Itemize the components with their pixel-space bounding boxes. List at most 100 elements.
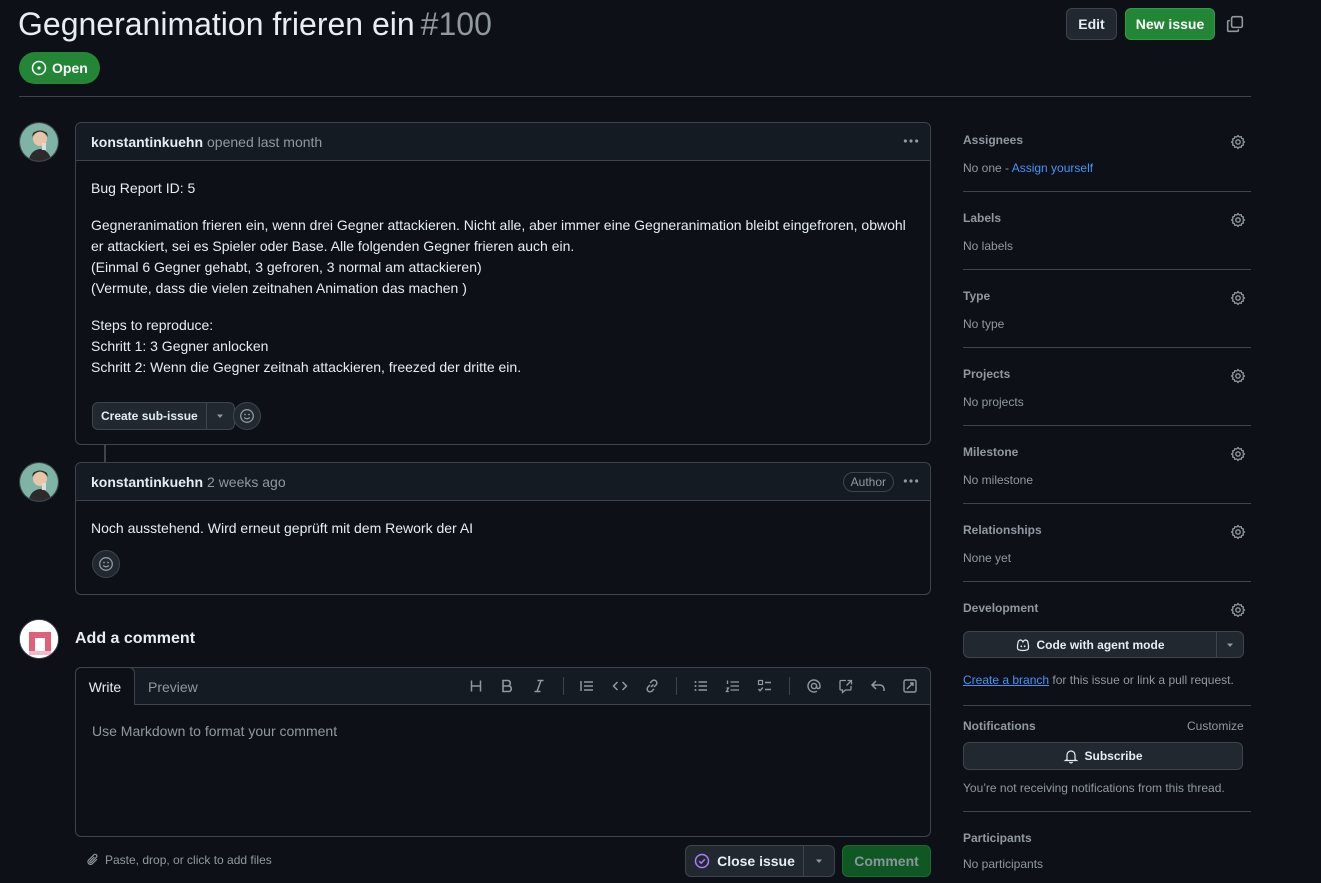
tab-write[interactable]: Write bbox=[75, 667, 135, 705]
close-issue-dropdown-button[interactable] bbox=[804, 845, 835, 877]
sidebar-value: No projects bbox=[963, 395, 1024, 409]
subscribe-label: Subscribe bbox=[1084, 749, 1143, 763]
sidebar-projects: Projects No projects bbox=[963, 367, 1251, 409]
user-avatar-image bbox=[20, 620, 58, 658]
sidebar-development: Development bbox=[963, 601, 1251, 621]
editor-tabbar: Write Preview bbox=[75, 667, 930, 705]
sidebar-divider bbox=[963, 581, 1251, 582]
comment-textarea[interactable]: Use Markdown to format your comment bbox=[92, 723, 337, 739]
agent-mode-dropdown-button[interactable] bbox=[1217, 631, 1244, 658]
sidebar-type: Type No type bbox=[963, 289, 1251, 331]
gear-icon[interactable] bbox=[1230, 446, 1246, 462]
new-issue-button[interactable]: New issue bbox=[1125, 8, 1215, 40]
sidebar-divider bbox=[963, 191, 1251, 192]
comment-author[interactable]: konstantinkuehn bbox=[91, 134, 203, 150]
heading-icon[interactable] bbox=[468, 678, 484, 694]
gear-icon[interactable] bbox=[1230, 212, 1246, 228]
comment-timestamp[interactable]: 2 weeks ago bbox=[207, 474, 286, 490]
close-issue-button[interactable]: Close issue bbox=[685, 845, 804, 877]
mention-icon[interactable] bbox=[806, 678, 822, 694]
add-reaction-button[interactable] bbox=[233, 402, 261, 430]
comment-header: konstantinkuehn 2 weeks ago Author bbox=[76, 463, 930, 501]
issue-title: Gegneranimation frieren ein #100 bbox=[18, 6, 492, 43]
user-avatar-image bbox=[20, 463, 58, 501]
comment-timestamp[interactable]: opened last month bbox=[207, 134, 322, 150]
sidebar-value: No type bbox=[963, 317, 1005, 331]
tab-preview[interactable]: Preview bbox=[148, 668, 198, 705]
smiley-icon bbox=[240, 409, 254, 423]
toolbar-separator bbox=[789, 677, 790, 695]
code-with-agent-button[interactable]: Code with agent mode bbox=[963, 631, 1217, 658]
issue-number: #100 bbox=[420, 6, 492, 42]
notification-status: You’re not receiving notifications from … bbox=[963, 781, 1225, 795]
sidebar-divider bbox=[963, 269, 1251, 270]
issue-closed-icon bbox=[694, 853, 710, 869]
link-icon[interactable] bbox=[644, 678, 660, 694]
agent-mode-control: Code with agent mode bbox=[963, 631, 1244, 658]
unordered-list-icon[interactable] bbox=[693, 678, 709, 694]
gear-icon[interactable] bbox=[1230, 368, 1246, 384]
gear-icon[interactable] bbox=[1230, 524, 1246, 540]
sidebar-divider bbox=[963, 503, 1251, 504]
kebab-menu-icon[interactable] bbox=[902, 472, 920, 490]
sidebar-value: No one - Assign yourself bbox=[963, 161, 1093, 175]
current-user-avatar[interactable] bbox=[19, 619, 59, 659]
close-issue-label: Close issue bbox=[717, 853, 795, 869]
comment-paragraph: Gegneranimation frieren ein, wenn drei G… bbox=[91, 215, 915, 299]
ordered-list-icon[interactable] bbox=[725, 678, 741, 694]
attach-files-area[interactable]: Paste, drop, or click to add files bbox=[86, 853, 272, 867]
sidebar-heading: Development bbox=[963, 601, 1039, 615]
sub-issue-dropdown-button[interactable] bbox=[206, 402, 235, 430]
subscribe-button[interactable]: Subscribe bbox=[963, 742, 1243, 770]
toolbar-separator bbox=[676, 677, 677, 695]
comment-box: konstantinkuehn 2 weeks ago Author Noch … bbox=[75, 462, 931, 595]
triangle-down-icon bbox=[816, 859, 822, 863]
copy-icon[interactable] bbox=[1226, 15, 1244, 33]
quote-icon[interactable] bbox=[579, 678, 595, 694]
italic-icon[interactable] bbox=[531, 678, 547, 694]
sidebar-divider bbox=[963, 811, 1251, 812]
gear-icon[interactable] bbox=[1230, 134, 1246, 150]
sidebar-heading: Participants bbox=[963, 831, 1032, 845]
comment-box: konstantinkuehn opened last month Bug Re… bbox=[75, 122, 931, 445]
sidebar-assignees: Assignees No one - Assign yourself bbox=[963, 133, 1251, 175]
sidebar-heading: Type bbox=[963, 289, 991, 303]
comment-line: Schritt 2: Wenn die Gegner zeitnah attac… bbox=[91, 359, 522, 375]
comment-author[interactable]: konstantinkuehn bbox=[91, 474, 203, 490]
bell-icon bbox=[1064, 750, 1079, 764]
issue-state-badge: Open bbox=[19, 52, 100, 84]
kebab-menu-icon[interactable] bbox=[902, 132, 920, 150]
sidebar-value: No milestone bbox=[963, 473, 1034, 487]
cross-reference-icon[interactable] bbox=[838, 678, 854, 694]
avatar[interactable] bbox=[19, 122, 59, 162]
sidebar-heading: Relationships bbox=[963, 523, 1042, 537]
add-reaction-button[interactable] bbox=[92, 550, 120, 578]
gear-icon[interactable] bbox=[1230, 290, 1246, 306]
development-hint-text: for this issue or link a pull request. bbox=[1049, 673, 1234, 687]
development-hint: Create a branch for this issue or link a… bbox=[963, 673, 1234, 687]
gear-icon[interactable] bbox=[1230, 602, 1246, 618]
sidebar-heading: Projects bbox=[963, 367, 1011, 381]
fullscreen-icon[interactable] bbox=[902, 678, 918, 694]
sidebar-heading: Labels bbox=[963, 211, 1002, 225]
avatar[interactable] bbox=[19, 462, 59, 502]
customize-notifications-link[interactable]: Customize bbox=[1187, 719, 1244, 733]
sidebar-heading: Milestone bbox=[963, 445, 1019, 459]
sub-issue-control: Create sub-issue bbox=[92, 402, 235, 430]
smiley-icon bbox=[99, 557, 113, 571]
reply-icon[interactable] bbox=[870, 678, 886, 694]
bold-icon[interactable] bbox=[499, 678, 515, 694]
edit-button[interactable]: Edit bbox=[1066, 8, 1117, 40]
timeline-connector bbox=[104, 445, 106, 462]
create-branch-link[interactable]: Create a branch bbox=[963, 673, 1049, 687]
assign-yourself-link[interactable]: Assign yourself bbox=[1012, 161, 1093, 175]
code-with-agent-label: Code with agent mode bbox=[1036, 637, 1165, 652]
code-icon[interactable] bbox=[612, 678, 628, 694]
sidebar-relationships: Relationships None yet bbox=[963, 523, 1251, 565]
sidebar-participants: Participants No participants bbox=[963, 831, 1251, 871]
issue-opened-icon bbox=[31, 60, 47, 76]
comment-body: Bug Report ID: 5 Gegneranimation frieren… bbox=[91, 178, 915, 378]
task-list-icon[interactable] bbox=[757, 678, 773, 694]
comment-submit-button[interactable]: Comment bbox=[842, 845, 931, 877]
create-sub-issue-button[interactable]: Create sub-issue bbox=[92, 402, 207, 430]
